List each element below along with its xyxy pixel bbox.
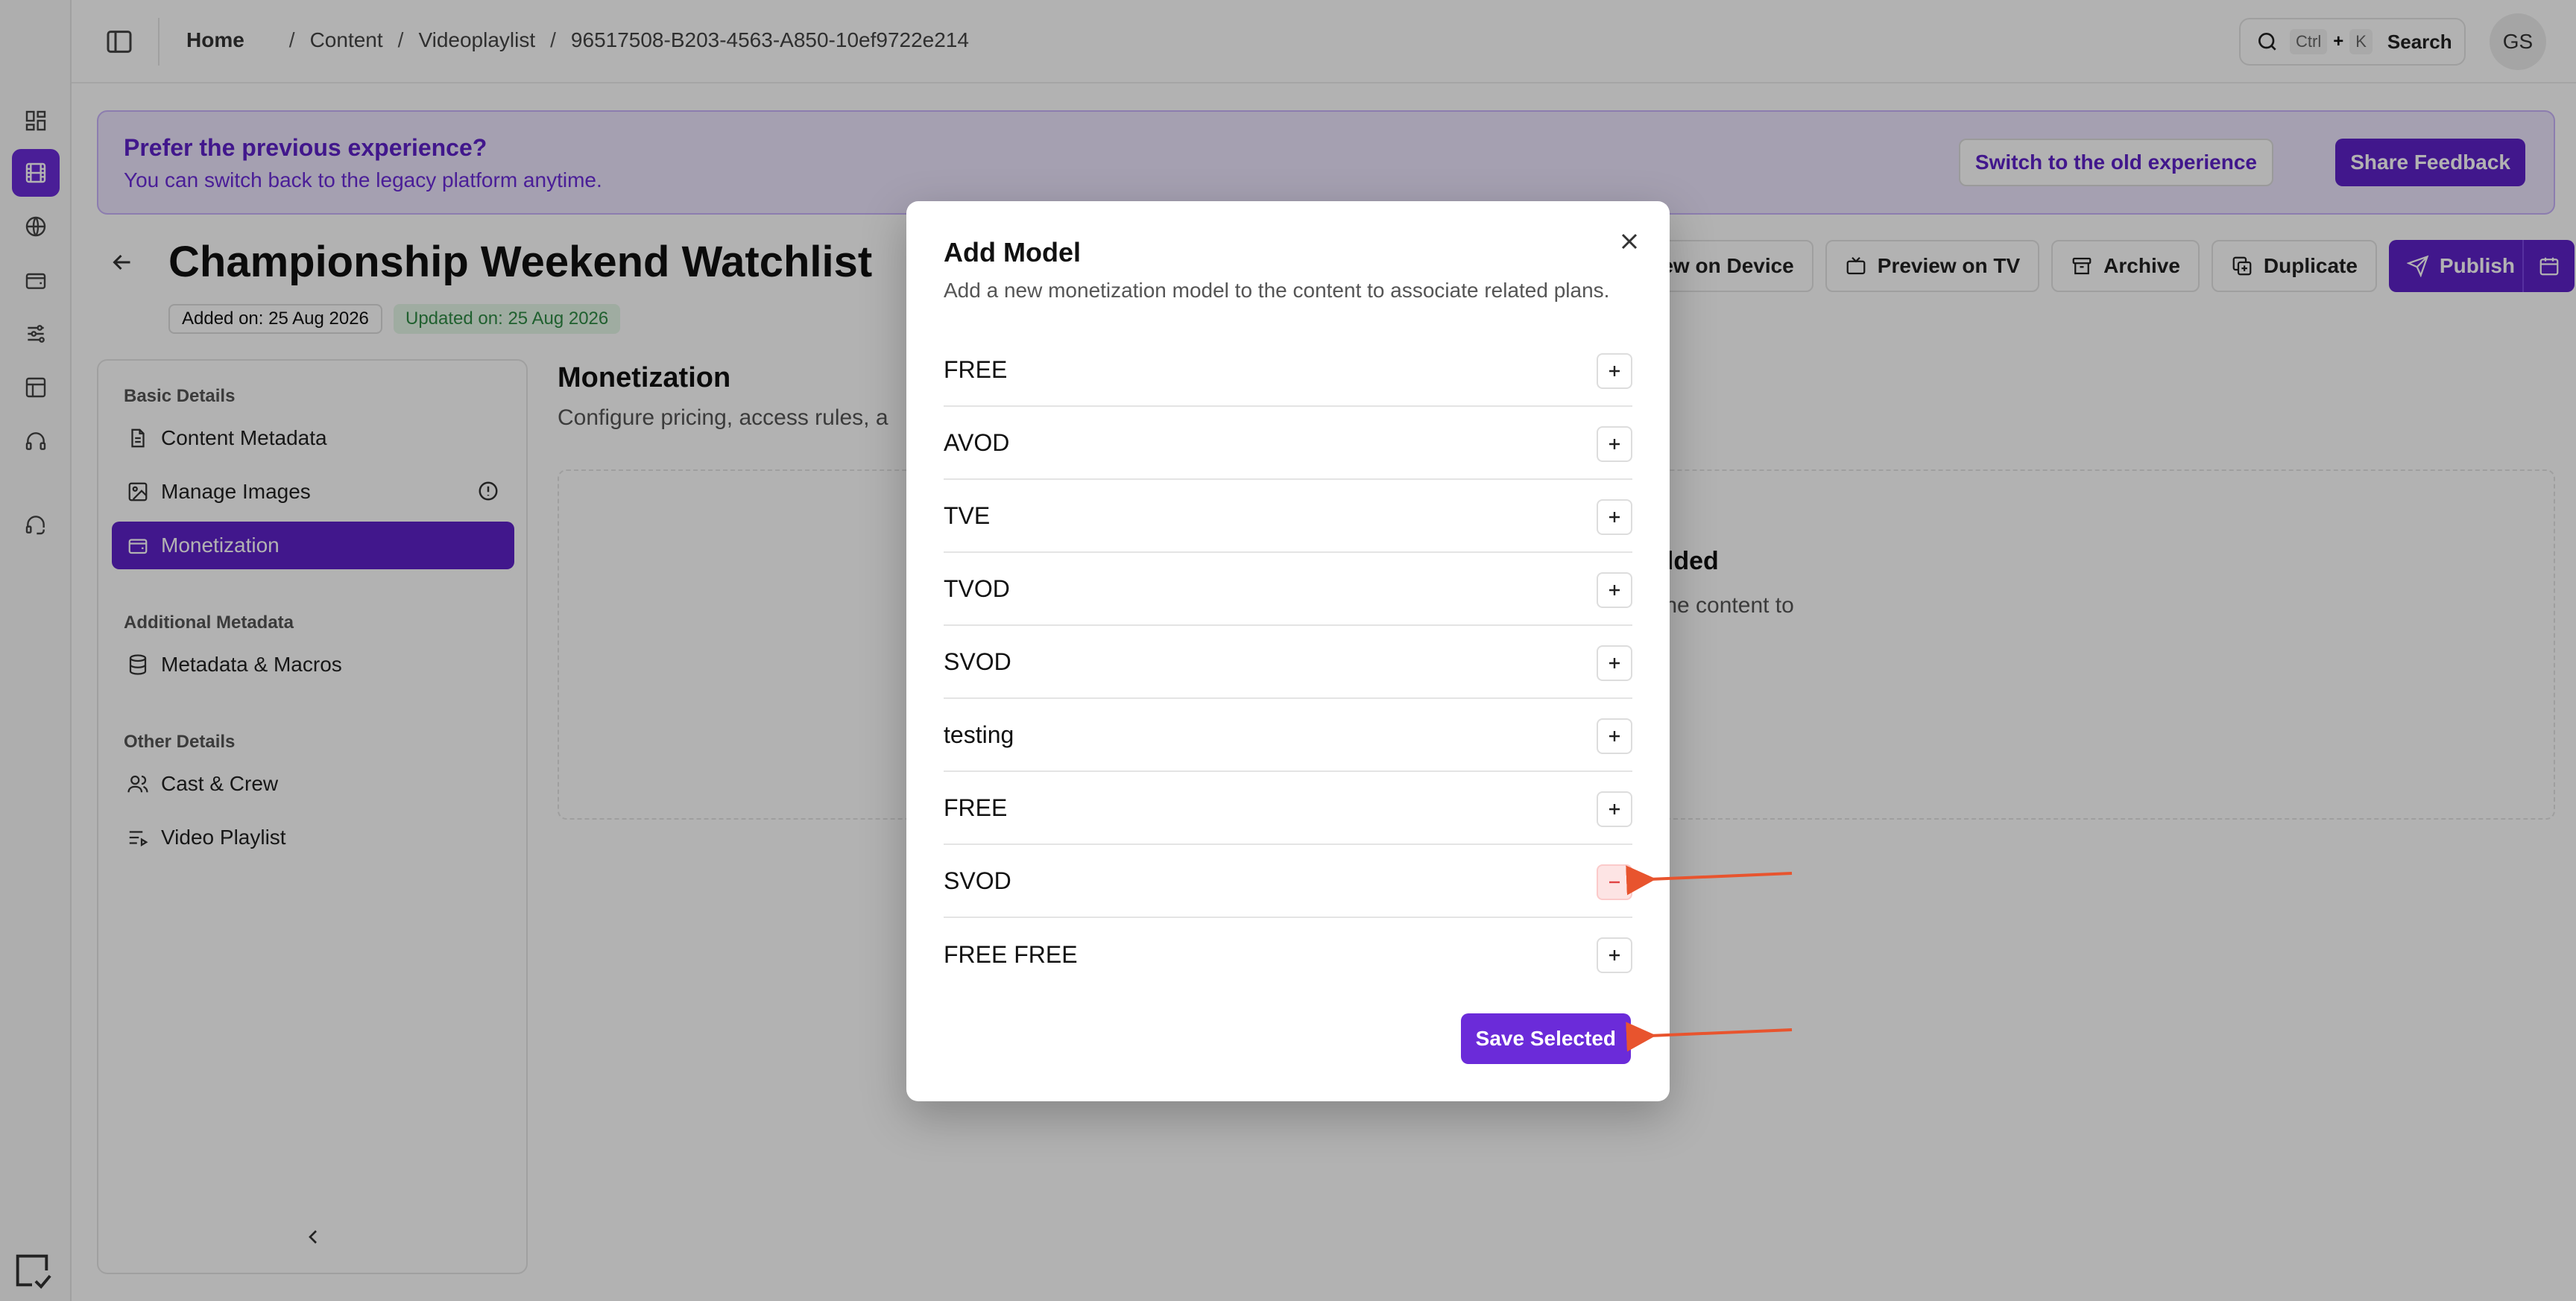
save-selected-button[interactable]: Save Selected	[1460, 1013, 1631, 1064]
model-label: FREE FREE	[944, 940, 1078, 968]
close-icon[interactable]	[1616, 228, 1643, 255]
plus-icon	[1609, 585, 1620, 595]
add-model-button[interactable]	[1597, 572, 1632, 608]
model-row: TVE	[944, 480, 1632, 553]
model-row: TVOD	[944, 553, 1632, 626]
app-root: Home / Content / Videoplaylist / 9651750…	[0, 0, 2576, 1301]
model-label: FREE	[944, 355, 1008, 383]
plus-icon	[1609, 950, 1620, 960]
add-model-button[interactable]	[1597, 645, 1632, 681]
plus-icon	[1609, 731, 1620, 741]
add-model-dialog: Add Model Add a new monetization model t…	[906, 201, 1670, 1101]
screen-check-icon[interactable]	[10, 1249, 54, 1292]
add-model-button[interactable]	[1597, 937, 1632, 973]
plus-icon	[1609, 512, 1620, 522]
minus-icon	[1609, 881, 1620, 884]
plus-icon	[1609, 804, 1620, 814]
model-label: testing	[944, 721, 1014, 748]
model-label: AVOD	[944, 428, 1010, 456]
model-row: FREE	[944, 772, 1632, 845]
add-model-button[interactable]	[1597, 353, 1632, 389]
model-label: TVE	[944, 501, 991, 529]
model-row-selected: SVOD	[944, 845, 1632, 918]
model-row: testing	[944, 699, 1632, 772]
model-label: TVOD	[944, 574, 1010, 602]
model-row: FREE FREE	[944, 918, 1632, 991]
plus-icon	[1609, 439, 1620, 449]
plus-icon	[1609, 658, 1620, 668]
add-model-button[interactable]	[1597, 791, 1632, 827]
model-label: SVOD	[944, 867, 1011, 894]
add-model-button[interactable]	[1597, 718, 1632, 754]
remove-model-button[interactable]	[1597, 864, 1632, 900]
model-row: AVOD	[944, 407, 1632, 480]
model-label: FREE	[944, 794, 1008, 821]
plus-icon	[1609, 366, 1620, 376]
add-model-button[interactable]	[1597, 499, 1632, 535]
model-label: SVOD	[944, 648, 1011, 675]
dialog-title: Add Model	[944, 237, 1081, 268]
dialog-subtitle: Add a new monetization model to the cont…	[944, 279, 1610, 302]
model-list: FREE AVOD TVE TVOD SVOD testing FREE SVO…	[944, 334, 1632, 991]
model-row: FREE	[944, 334, 1632, 407]
model-row: SVOD	[944, 626, 1632, 699]
add-model-button[interactable]	[1597, 426, 1632, 462]
